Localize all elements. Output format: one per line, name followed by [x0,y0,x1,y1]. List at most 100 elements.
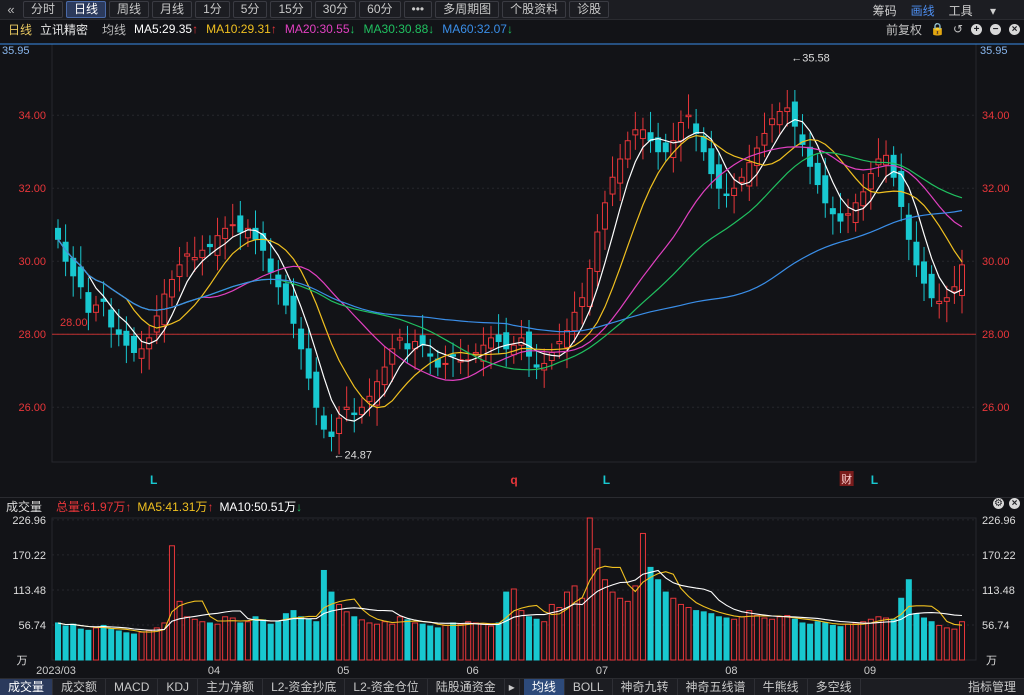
tab-monthly[interactable]: 月线 [152,1,193,18]
volume-bar [647,566,654,661]
tab-boll[interactable]: BOLL [565,678,613,695]
volume-bar [457,623,464,661]
candle-body [837,213,844,222]
volume-bar [670,597,677,661]
volume-bar [951,628,958,661]
close-icon[interactable]: × [1009,498,1020,509]
volume-legend: 成交量 总量:61.97万 ↑ MA5:41.31万 ↑ MA10:50.51万 ↓ [0,497,1024,515]
volume-bar [693,610,700,661]
candle-body [769,118,776,126]
volume-bar [799,622,806,661]
tab-daily[interactable]: 日线 [66,1,107,18]
zoom-out-icon[interactable]: − [990,23,1001,35]
volume-bar [92,627,99,661]
candle-body [298,328,305,350]
y-tick-label-right: 26.00 [982,402,1010,414]
candle-body [731,187,738,197]
zoom-in-icon[interactable]: + [971,23,982,35]
tab-kdj[interactable]: KDJ [158,678,199,695]
tab-volume[interactable]: 成交量 [0,678,54,695]
volume-bar [434,627,441,661]
tab-l2-position[interactable]: L2-资金仓位 [345,678,428,695]
candle-body [488,337,495,349]
tab-long-short[interactable]: 多空线 [808,678,861,695]
volume-unit-label-right: 万 [986,655,997,667]
tab-1min[interactable]: 1分 [195,1,230,18]
volume-bar [366,622,373,661]
tab-minute[interactable]: 分时 [23,1,64,18]
volume-bar [776,616,783,661]
close-icon[interactable]: × [1009,23,1020,35]
more-periods-button[interactable]: ••• [403,1,433,18]
candle-body [343,406,350,410]
tab-main-net[interactable]: 主力净额 [198,678,264,695]
candle-body [655,137,662,153]
back-icon[interactable]: « [2,2,20,17]
tab-manage[interactable]: 指标管理 [960,679,1024,695]
volume-unit-label: 万 [17,655,28,667]
settings-icon[interactable]: ⚙ [993,498,1004,509]
candle-body [153,315,160,333]
volume-bar [959,621,965,661]
volume-bar [579,597,586,661]
period-label: 日线 [8,22,33,37]
tab-5min[interactable]: 5分 [232,1,268,18]
tools-label: 工具 [948,3,973,18]
volume-bar [267,623,274,661]
tab-30min[interactable]: 30分 [314,1,357,18]
chips-button[interactable]: 筹码 [873,2,897,19]
tab-bull-bear[interactable]: 牛熊线 [755,678,808,695]
volume-bar [586,517,593,661]
tab-nine-turn[interactable]: 神奇九转 [613,678,678,695]
candle-body [358,406,365,416]
volume-chart[interactable]: 56.74 56.74 113.48 113.48 170.22 170.22 226.96… [0,514,1024,678]
diagnose-button[interactable]: 诊股 [569,1,610,18]
signal-marker: L [603,473,610,487]
x-tick-label: 05 [337,665,349,677]
y-tick-label-right: 28.00 [982,329,1010,341]
tab-15min[interactable]: 15分 [270,1,312,18]
volume-bar [617,597,624,661]
undo-icon[interactable]: ↺ [953,22,963,36]
tab-scroll-right[interactable]: ▸ [505,678,520,695]
draw-line-button[interactable]: 画线 [911,2,935,19]
volume-bar [913,613,920,661]
volume-ma5: MA5:41.31万 [137,500,208,514]
volume-bar [229,617,236,661]
stock-info-button[interactable]: 个股资料 [502,1,567,18]
tab-weekly[interactable]: 周线 [109,1,150,18]
candle-body [442,362,449,365]
candle-body [738,176,745,183]
tab-five-lines[interactable]: 神奇五线谱 [678,678,755,695]
volume-ma10: MA10:50.51万 [219,500,297,514]
volume-bar [176,600,183,661]
tab-macd[interactable]: MACD [106,678,159,695]
volume-bar [541,621,548,661]
volume-bar [837,626,844,661]
volume-tick-label-right: 170.22 [982,550,1016,562]
tab-60min[interactable]: 60分 [359,1,401,18]
volume-tick-label-right: 226.96 [982,515,1016,527]
ma-settings-link[interactable]: 均线 [102,21,126,38]
candle-body [533,364,540,368]
candle-body [419,335,426,346]
tab-l2-bottom[interactable]: L2-资金抄底 [263,678,346,695]
adjust-mode-button[interactable]: 前复权 [886,21,922,38]
volume-bar [807,623,814,661]
tools-button[interactable]: 工具 ▾ [949,2,1010,19]
volume-bar [252,616,259,661]
lock-icon[interactable]: 🔒 [930,22,945,36]
tab-turnover[interactable]: 成交额 [53,678,107,695]
tab-ma[interactable]: 均线 [523,678,565,695]
volume-bar [845,623,852,661]
volume-bar [928,621,935,661]
candle-body [632,129,639,136]
volume-tick-label: 170.22 [12,550,46,562]
candlestick-chart[interactable]: 35.95 35.95 26.00 26.00 28.00 28.00 30.00 30.00… [0,38,1024,490]
volume-bar [746,610,753,661]
candle-body [305,348,312,379]
volume-bar [358,619,365,661]
multi-period-button[interactable]: 多周期图 [435,1,500,18]
tab-hk-connect[interactable]: 陆股通资金 [428,678,505,695]
volume-bar [814,621,821,661]
